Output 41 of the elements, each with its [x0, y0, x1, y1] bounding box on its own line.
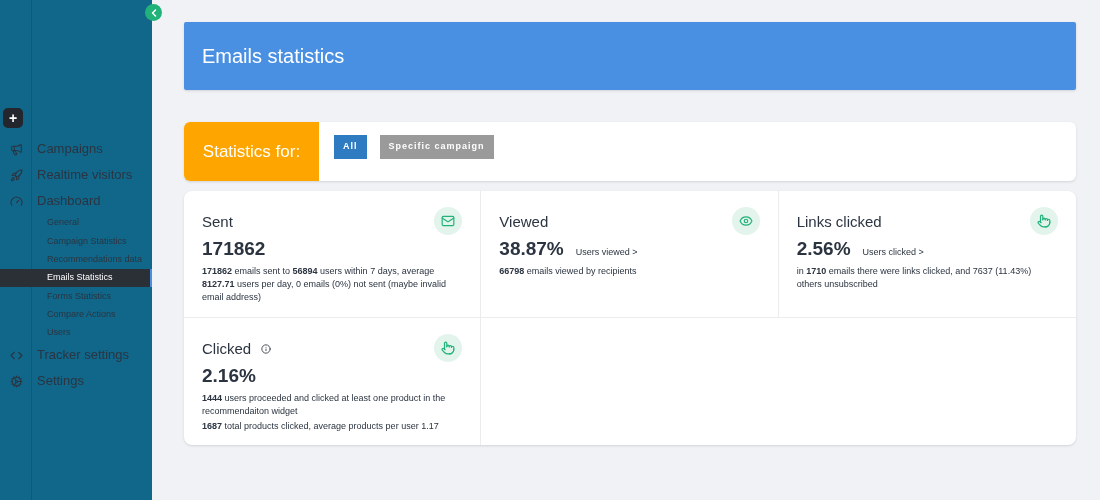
stat-title: Sent: [202, 212, 233, 232]
stat-value: 2.56%: [796, 236, 851, 261]
stat-description: 66798 emails viewed by recipients: [499, 265, 638, 278]
filter-option[interactable]: Specific campaign: [379, 135, 494, 159]
sub-nav-item[interactable]: Users: [0, 323, 152, 343]
envelope-icon: [434, 207, 463, 235]
stat-description: 1687 total products clicked, average products per user 1.17: [202, 420, 440, 433]
stat-title: Viewed: [499, 212, 549, 232]
add-button[interactable]: +: [3, 108, 23, 128]
stat-value: 38.87%: [499, 236, 564, 261]
hand-icon: [434, 334, 463, 362]
stat-description: in 1710 emails there were links clicked, and 7637 (11.43%) others unsubscribed: [796, 265, 1033, 291]
users-link[interactable]: Users viewed >: [575, 245, 638, 259]
sub-nav-item[interactable]: Compare Actions: [0, 305, 152, 324]
filter-option[interactable]: All: [334, 135, 367, 159]
nav-item[interactable]: Settings: [37, 371, 84, 391]
hand-icon: [1030, 207, 1058, 235]
nav-item[interactable]: Campaigns: [37, 139, 103, 159]
users-link[interactable]: Users clicked >: [862, 245, 924, 259]
sub-nav-item[interactable]: Campaign Statistics: [0, 232, 152, 251]
stat-value: 2.16%: [202, 363, 256, 388]
gauge-icon: [9, 194, 23, 208]
page-title: Emails statistics: [202, 44, 345, 69]
stat-value: 171862: [202, 236, 266, 261]
stat-title: Links clicked: [796, 212, 882, 232]
rocket-icon: [9, 168, 23, 182]
nav-item[interactable]: Dashboard: [37, 191, 101, 211]
filter-label: Statistics for:: [184, 122, 319, 181]
nav-item[interactable]: Realtime visitors: [37, 165, 133, 185]
nav-item[interactable]: Tracker settings: [37, 345, 129, 365]
stat-title: Clicked: [202, 339, 252, 359]
info-icon: [261, 344, 272, 355]
eye-icon: [731, 207, 760, 235]
sub-nav-item[interactable]: Emails Statistics: [0, 268, 152, 288]
sub-nav-item[interactable]: Recommendations data: [0, 250, 152, 269]
stat-description: 171862 emails sent to 56894 users within 7 days, average 8127.71 users per day, 0 emails (0%) not sent (maybe invalid email address): [202, 265, 447, 304]
gear-icon: [9, 374, 23, 388]
sub-nav-item[interactable]: Forms Statistics: [0, 287, 152, 306]
sub-nav-item[interactable]: General: [0, 214, 152, 233]
megaphone-icon: [9, 142, 23, 156]
collapse-button[interactable]: [145, 4, 162, 21]
